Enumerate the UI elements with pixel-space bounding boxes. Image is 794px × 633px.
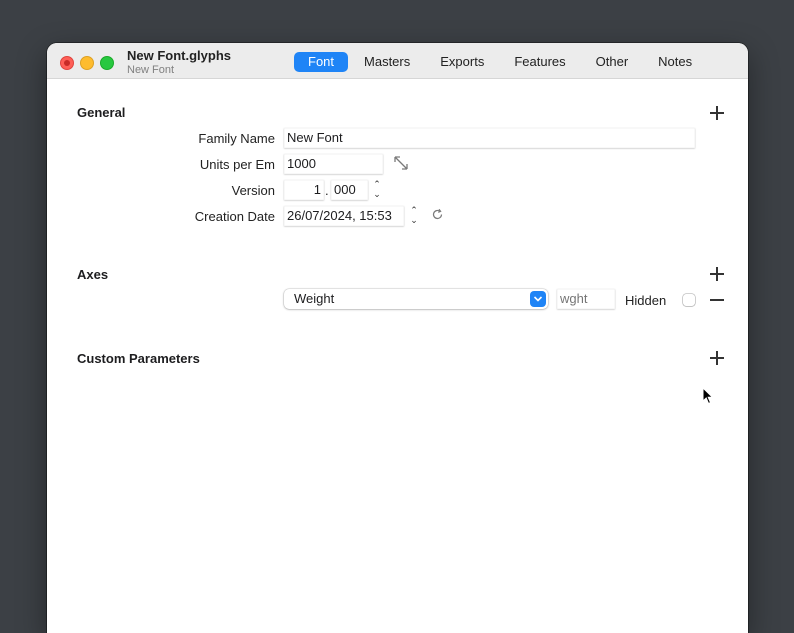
custom-parameters-section-title: Custom Parameters: [77, 351, 200, 366]
add-general-button[interactable]: [710, 106, 724, 120]
window-subtitle: New Font: [127, 64, 175, 76]
units-per-em-label: Units per Em: [199, 157, 275, 172]
refresh-icon[interactable]: [431, 208, 444, 221]
window-title: New Font.glyphs: [127, 48, 231, 63]
remove-axis-button[interactable]: [710, 293, 724, 307]
family-name-label: Family Name: [198, 131, 275, 146]
version-stepper-icon[interactable]: ⌃ ⌄: [372, 180, 382, 200]
axes-section-title: Axes: [77, 267, 109, 282]
family-name-field[interactable]: New Font: [284, 128, 695, 148]
hidden-checkbox[interactable]: [683, 294, 695, 306]
tab-other[interactable]: Other: [582, 52, 643, 72]
tab-font[interactable]: Font: [294, 52, 349, 72]
version-separator: .: [325, 183, 329, 198]
version-major-field[interactable]: 1: [284, 180, 324, 200]
version-label: Version: [231, 183, 275, 198]
hidden-label: Hidden: [625, 293, 667, 308]
tab-exports[interactable]: Exports: [426, 52, 498, 72]
title-bar: New Font.glyphs New Font Font Masters Ex…: [47, 43, 748, 79]
zoom-window-button[interactable]: [100, 56, 114, 70]
add-custom-parameter-button[interactable]: [710, 351, 724, 365]
close-window-button[interactable]: [60, 56, 74, 70]
font-info-window: New Font.glyphs New Font Font Masters Ex…: [47, 43, 748, 633]
add-axis-button[interactable]: [710, 267, 724, 281]
tab-masters[interactable]: Masters: [350, 52, 424, 72]
date-stepper-icon[interactable]: ⌃ ⌄: [409, 206, 419, 226]
mouse-pointer-icon: [702, 386, 714, 410]
minimize-window-button[interactable]: [80, 56, 94, 70]
version-minor-field[interactable]: 000: [331, 180, 368, 200]
chevron-down-icon: [530, 291, 546, 307]
axis-name-select[interactable]: Weight: [284, 289, 548, 309]
general-section-title: General: [77, 105, 126, 120]
creation-date-label: Creation Date: [194, 209, 275, 224]
tab-notes[interactable]: Notes: [644, 52, 706, 72]
axis-tag-field[interactable]: [557, 289, 615, 309]
creation-date-field[interactable]: 26/07/2024, 15:53: [284, 206, 404, 226]
units-per-em-field[interactable]: 1000: [284, 154, 383, 174]
tab-bar: Font Masters Exports Features Other Note…: [294, 52, 708, 72]
tab-features[interactable]: Features: [500, 52, 579, 72]
axis-name-value: Weight: [294, 291, 335, 306]
arrow-expand-icon[interactable]: [394, 156, 408, 170]
